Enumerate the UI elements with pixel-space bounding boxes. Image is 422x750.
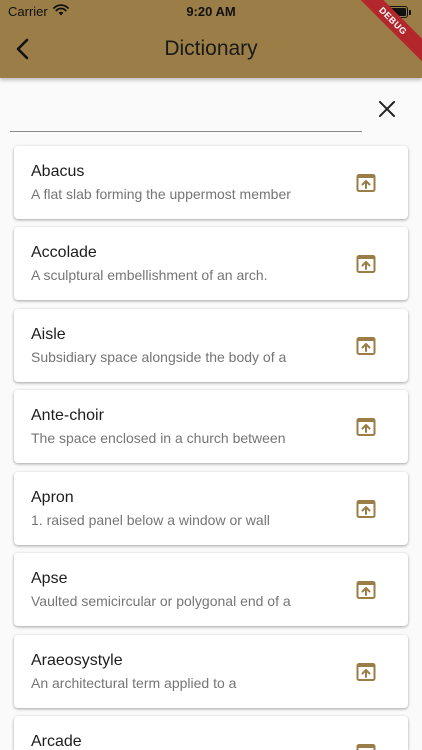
list-item[interactable]: Accolade A sculptural embellishment of a… xyxy=(14,227,408,300)
term-label: Ante-choir xyxy=(31,407,104,424)
open-in-icon[interactable] xyxy=(354,334,378,358)
description-label: A sculptural embellishment of an arch. xyxy=(31,267,268,283)
list-item[interactable]: Abacus A flat slab forming the uppermost… xyxy=(14,146,408,219)
status-bar: Carrier 9:20 AM xyxy=(0,0,422,22)
close-icon xyxy=(379,101,395,117)
term-label: Apse xyxy=(31,570,68,587)
description-label: A flat slab forming the uppermost member xyxy=(31,186,291,202)
term-label: Aisle xyxy=(31,326,66,343)
description-label: 1. raised panel below a window or wall xyxy=(31,512,270,528)
list-item[interactable]: Araeosystyle An architectural term appli… xyxy=(14,635,408,708)
open-in-icon[interactable] xyxy=(354,171,378,195)
open-in-icon[interactable] xyxy=(354,252,378,276)
clock: 9:20 AM xyxy=(186,4,236,19)
open-in-icon[interactable] xyxy=(354,497,378,521)
open-in-icon[interactable] xyxy=(354,415,378,439)
battery-tip xyxy=(409,10,411,15)
description-label: The space enclosed in a church between xyxy=(31,430,286,446)
search-input[interactable] xyxy=(10,88,362,132)
list-item[interactable]: Ante-choir The space enclosed in a churc… xyxy=(14,390,408,463)
description-label: Vaulted semicircular or polygonal end of… xyxy=(31,593,291,609)
term-label: Araeosystyle xyxy=(31,652,123,669)
list-item[interactable]: Apse Vaulted semicircular or polygonal e… xyxy=(14,553,408,626)
description-label: Subsidiary space alongside the body of a xyxy=(31,349,287,365)
term-label: Arcade xyxy=(31,733,82,750)
list-item[interactable]: Aisle Subsidiary space alongside the bod… xyxy=(14,309,408,382)
term-label: Abacus xyxy=(31,163,85,180)
term-label: Apron xyxy=(31,489,74,506)
search-row xyxy=(10,88,415,134)
term-label: Accolade xyxy=(31,244,97,261)
list-item[interactable]: Apron 1. raised panel below a window or … xyxy=(14,472,408,545)
clear-search-button[interactable] xyxy=(372,94,402,124)
open-in-icon[interactable] xyxy=(354,660,378,684)
open-in-icon[interactable] xyxy=(354,578,378,602)
list-item[interactable]: Arcade xyxy=(14,716,408,750)
open-in-icon[interactable] xyxy=(354,741,378,750)
page-title: Dictionary xyxy=(164,37,258,60)
description-label: An architectural term applied to a xyxy=(31,675,237,691)
app-bar: Carrier 9:20 AM Dictionary DEBUG xyxy=(0,0,422,78)
